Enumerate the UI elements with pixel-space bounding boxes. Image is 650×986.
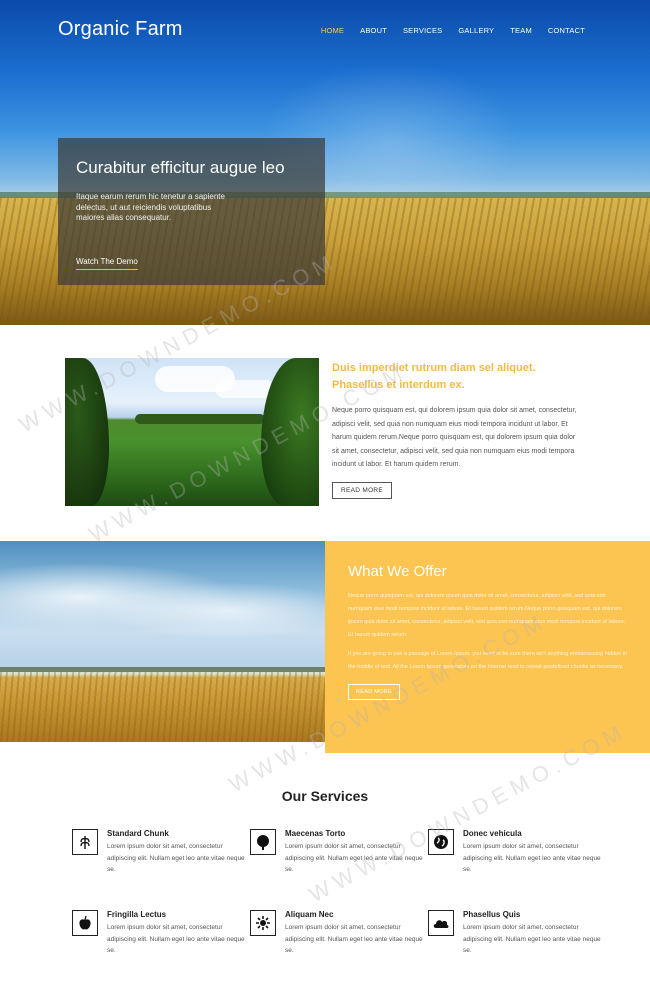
service-name: Aliquam Nec — [285, 910, 334, 919]
apple-icon — [72, 910, 98, 936]
service-name: Donec vehicula — [463, 829, 522, 838]
service-name: Standard Chunk — [107, 829, 169, 838]
about-read-more-button[interactable]: READ MORE — [332, 481, 393, 499]
hero-text: Itaque earum rerum hic tenetur a sapient… — [76, 192, 225, 222]
sun-icon — [250, 910, 276, 936]
service-text: Lorem ipsum dolor sit amet, consectetur … — [463, 924, 601, 954]
offer-read-more-button[interactable]: READ MORE — [348, 684, 401, 700]
service-text: Lorem ipsum dolor sit amet, consectetur … — [107, 924, 245, 954]
hero-section: Organic Farm HOME ABOUT SERVICES GALLERY… — [0, 0, 650, 325]
service-text: Lorem ipsum dolor sit amet, consectetur … — [463, 843, 601, 873]
offer-clouds — [0, 561, 325, 651]
nav-services[interactable]: SERVICES — [403, 26, 442, 35]
nav-gallery[interactable]: GALLERY — [458, 26, 494, 35]
hero-caption-box: Curabitur efficitur augue leo Itaque ear… — [58, 138, 325, 285]
service-name: Phasellus Quis — [463, 910, 521, 919]
nav-about[interactable]: ABOUT — [360, 26, 387, 35]
nav-home[interactable]: HOME — [321, 26, 344, 35]
globe-icon — [428, 829, 454, 855]
main-nav: HOME ABOUT SERVICES GALLERY TEAM CONTACT — [305, 26, 585, 35]
offer-title: What We Offer — [348, 563, 447, 580]
service-text: Lorem ipsum dolor sit amet, consectetur … — [107, 843, 245, 873]
about-heading: Duis imperdiet rutrum diam sel aliquet. … — [332, 362, 536, 391]
service-text: Lorem ipsum dolor sit amet, consectetur … — [285, 843, 423, 873]
nav-team[interactable]: TEAM — [510, 26, 532, 35]
service-name: Fringilla Lectus — [107, 910, 167, 919]
offer-paragraph-2: If you are going to use a passage of Lor… — [348, 651, 627, 670]
about-content: Duis imperdiet rutrum diam sel aliquet. … — [332, 360, 582, 499]
offer-field-image — [0, 541, 325, 742]
offer-panel: What We Offer Neque porro quisquam est, … — [325, 541, 650, 753]
site-logo[interactable]: Organic Farm — [58, 18, 183, 41]
hero-title: Curabitur efficitur augue leo — [76, 158, 285, 177]
about-landscape-image — [65, 358, 319, 506]
watch-demo-link[interactable]: Watch The Demo — [76, 257, 138, 270]
wheat-icon — [72, 829, 98, 855]
tree-icon — [250, 829, 276, 855]
services-title: Our Services — [281, 788, 369, 804]
cloud-shape — [215, 380, 275, 398]
cloud-icon — [428, 910, 454, 936]
left-tree — [65, 358, 109, 506]
service-name: Maecenas Torto — [285, 829, 346, 838]
distant-trees — [135, 414, 265, 424]
offer-wheat — [0, 672, 325, 742]
service-text: Lorem ipsum dolor sit amet, consectetur … — [285, 924, 423, 954]
nav-contact[interactable]: CONTACT — [548, 26, 585, 35]
offer-paragraph-1: Neque porro quisquam est, qui dolorem ip… — [348, 593, 626, 638]
about-body: Neque porro quisquam est, qui dolorem ip… — [332, 407, 577, 468]
